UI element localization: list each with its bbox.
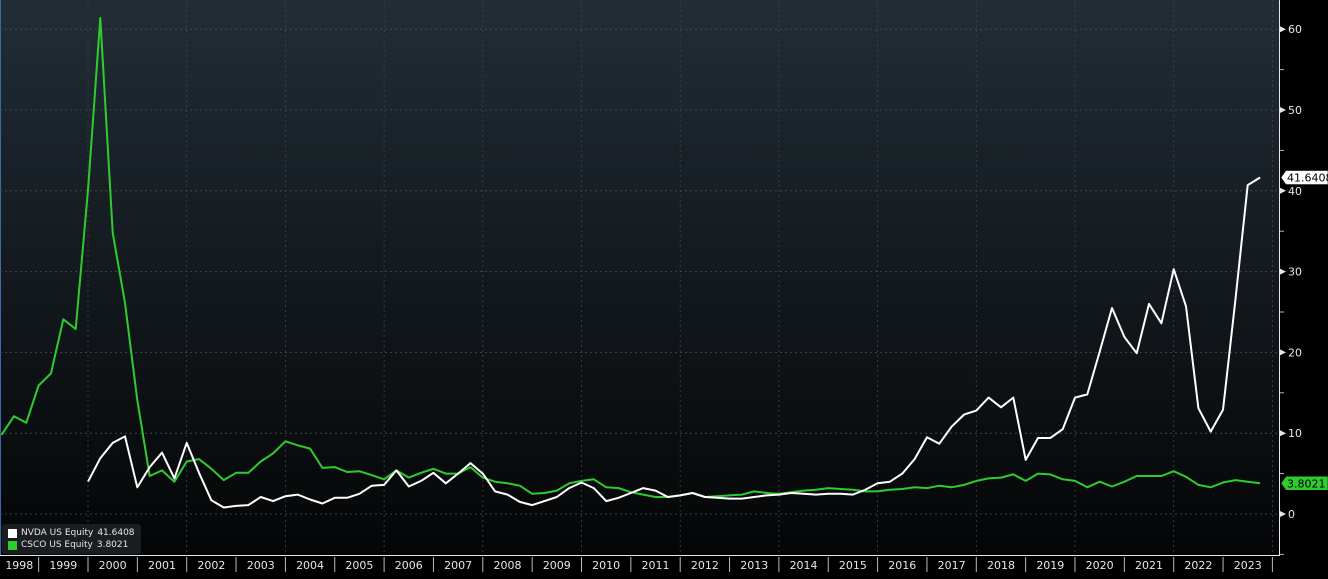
x-tick-label: 2000 [99,559,127,572]
x-tick-label: 2001 [148,559,176,572]
y-tick-mark [1280,349,1286,356]
x-tick-label: 2011 [642,559,670,572]
y-tick-label: 40 [1288,185,1302,198]
legend: NVDA US Equity 41.6408 CSCO US Equity 3.… [2,524,141,554]
line-chart: 0 10 20 30 40 50 60 1998 1999 2000 2001 2002 2003 20… [0,0,1328,572]
x-tick-label: 2008 [493,559,521,572]
x-tick-label: 2018 [987,559,1015,572]
x-tick-label: 2023 [1234,559,1262,572]
x-tick-label: 2002 [197,559,225,572]
y-tick-mark [1280,187,1286,194]
legend-item-csco: CSCO US Equity 3.8021 [8,539,135,551]
x-tick-label: 2017 [938,559,966,572]
legend-label-nvda: NVDA US Equity [21,528,94,538]
x-tick-label: 2004 [296,559,324,572]
last-value-tag-csco: 3.8021 [1280,476,1328,491]
x-tick-label: 2005 [345,559,373,572]
y-tick-mark [1280,26,1286,33]
x-tick-label: 2003 [247,559,275,572]
y-tick-label: 20 [1288,346,1302,359]
y-tick-mark [1280,430,1286,437]
x-tick-label: 2022 [1184,559,1212,572]
x-tick-label: 2020 [1086,559,1114,572]
last-value-tag-nvda: 41.6408 [1280,170,1328,185]
x-tick-label: 2013 [740,559,768,572]
x-axis: 1998 1999 2000 2001 2002 2003 2004 2005 2006 2007… [0,555,1280,572]
last-value-tags: 3.8021 41.6408 [1280,170,1328,491]
y-tick-mark [1280,268,1286,275]
y-tick-mark [1280,107,1286,113]
x-tick-label: 1998 [5,559,33,572]
x-tick-label: 2015 [839,559,867,572]
y-axis: 0 10 20 30 40 50 60 [1279,0,1302,556]
legend-item-nvda: NVDA US Equity 41.6408 [8,527,135,539]
y-tick-label: 10 [1288,427,1302,440]
y-tick-mark [1280,511,1286,517]
x-tick-label: 2019 [1036,559,1064,572]
x-tick-label: 2021 [1135,559,1163,572]
legend-value-nvda: 41.6408 [97,528,135,538]
x-tick-label: 2010 [592,559,620,572]
y-tick-label: 50 [1288,104,1302,117]
x-tick-label: 2007 [444,559,472,572]
plot-background [0,0,1279,556]
x-tick-label: 1999 [49,559,77,572]
x-tick-label: 2006 [395,559,423,572]
y-tick-label: 0 [1288,508,1295,521]
x-tick-label: 2009 [543,559,571,572]
legend-swatch-nvda [8,528,17,538]
legend-swatch-csco [8,540,17,550]
x-tick-label: 2016 [888,559,916,572]
last-value-text: 41.6408 [1287,172,1328,185]
legend-label-csco: CSCO US Equity [21,540,93,550]
y-tick-label: 60 [1288,23,1302,36]
legend-value-csco: 3.8021 [96,540,129,550]
x-tick-label: 2014 [790,559,818,572]
y-tick-label: 30 [1288,266,1302,279]
last-value-text: 3.8021 [1287,477,1326,490]
x-tick-label: 2012 [691,559,719,572]
